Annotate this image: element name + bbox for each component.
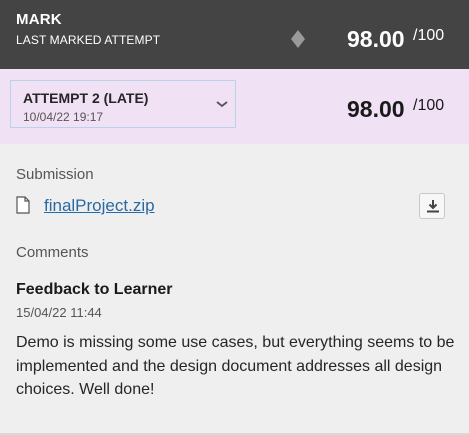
mark-subtitle: LAST MARKED ATTEMPT <box>16 33 161 47</box>
feedback-date: 15/04/22 11:44 <box>16 305 102 320</box>
attempt-name: ATTEMPT 2 (LATE) <box>23 90 149 106</box>
feedback-text: Demo is missing some use cases, but ever… <box>16 334 455 398</box>
mark-max: /100 <box>413 27 445 44</box>
chevron-down-icon <box>216 101 228 108</box>
attempt-band: ATTEMPT 2 (LATE) 10/04/22 19:17 98.00 /1… <box>0 69 469 144</box>
download-icon <box>427 200 439 213</box>
comments-label: Comments <box>16 244 89 261</box>
attempt-select[interactable]: ATTEMPT 2 (LATE) 10/04/22 19:17 <box>10 80 236 128</box>
download-button[interactable] <box>419 193 445 219</box>
mark-header: MARK LAST MARKED ATTEMPT 98.00 /100 <box>0 0 469 69</box>
feedback-title: Feedback to Learner <box>16 281 173 298</box>
file-icon <box>16 196 30 214</box>
attempt-max: /100 <box>413 97 445 114</box>
attempt-date: 10/04/22 19:17 <box>23 110 104 124</box>
diamond-icon <box>291 30 305 48</box>
mark-title: MARK <box>16 11 62 28</box>
attempt-score: 98.00 <box>347 96 405 122</box>
submission-label: Submission <box>16 166 94 183</box>
submission-file-link[interactable]: finalProject.zip <box>44 196 155 216</box>
mark-score: 98.00 <box>347 26 405 52</box>
